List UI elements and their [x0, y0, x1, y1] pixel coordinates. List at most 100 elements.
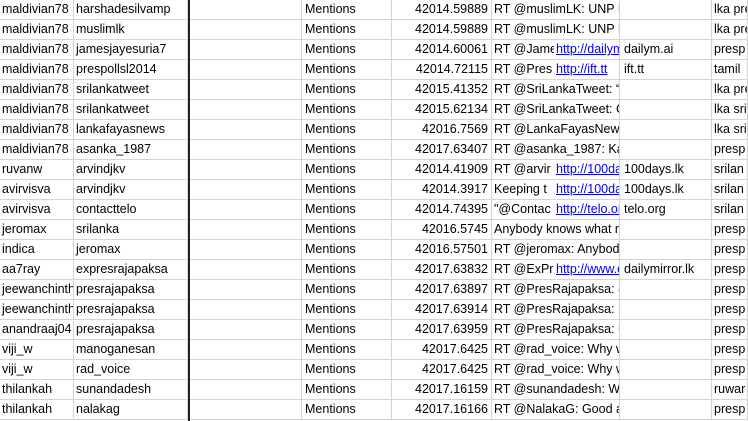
- date-cell[interactable]: 42017.6425: [392, 360, 492, 380]
- relationship-cell[interactable]: Mentions: [302, 120, 392, 140]
- blank-cell[interactable]: [190, 260, 302, 280]
- tweet-cell[interactable]: RT @SriLankaTweet: “Sri Lanka needs: [492, 80, 620, 100]
- blank-cell[interactable]: [190, 60, 302, 80]
- source-user-cell[interactable]: ruvanw: [0, 160, 74, 180]
- tweet-cell[interactable]: Anybody knows what ministry digar: [492, 220, 620, 240]
- source-user-cell[interactable]: maldivian78: [0, 0, 74, 20]
- tweet-cell[interactable]: RT @LankaFayasNews: Gen. Sarath F: [492, 120, 620, 140]
- source-user-cell[interactable]: jeewanchinthaka: [0, 280, 74, 300]
- url-domain-cell[interactable]: dailymirror.lk: [620, 260, 712, 280]
- date-cell[interactable]: 42016.5745: [392, 220, 492, 240]
- blank-cell[interactable]: [190, 220, 302, 240]
- source-user-cell[interactable]: thilankah: [0, 380, 74, 400]
- hashtag-cell[interactable]: presp: [712, 140, 748, 160]
- date-cell[interactable]: 42015.62134: [392, 100, 492, 120]
- source-user-cell[interactable]: aa7ray: [0, 260, 74, 280]
- url-link[interactable]: http://100days.lk: [554, 160, 619, 179]
- hashtag-cell[interactable]: presp: [712, 340, 748, 360]
- relationship-cell[interactable]: Mentions: [302, 220, 392, 240]
- url-domain-cell[interactable]: telo.org: [620, 200, 712, 220]
- source-user-cell[interactable]: viji_w: [0, 340, 74, 360]
- target-user-cell[interactable]: arvindjkv: [74, 160, 188, 180]
- source-user-cell[interactable]: maldivian78: [0, 20, 74, 40]
- tweet-cell[interactable]: RT @NalakaG: Good advice for those: [492, 400, 620, 420]
- url-domain-cell[interactable]: 100days.lk: [620, 180, 712, 200]
- hashtag-cell[interactable]: presp: [712, 400, 748, 420]
- blank-cell[interactable]: [190, 340, 302, 360]
- blank-cell[interactable]: [190, 20, 302, 40]
- tweet-cell[interactable]: RT @sunandadesh: Web Editor &amp: [492, 380, 620, 400]
- relationship-cell[interactable]: Mentions: [302, 360, 392, 380]
- target-user-cell[interactable]: expresrajapaksa: [74, 260, 188, 280]
- url-domain-cell[interactable]: [620, 20, 712, 40]
- relationship-cell[interactable]: Mentions: [302, 100, 392, 120]
- hashtag-cell[interactable]: ruwar: [712, 380, 748, 400]
- blank-cell[interactable]: [190, 200, 302, 220]
- tweet-cell[interactable]: RT @asanka_1987: Karuna arrested i: [492, 140, 620, 160]
- date-cell[interactable]: 42014.3917: [392, 180, 492, 200]
- url-domain-cell[interactable]: 100days.lk: [620, 160, 712, 180]
- tweet-cell[interactable]: RT @rad_voice: Why was @ManoGan: [492, 340, 620, 360]
- target-user-cell[interactable]: prespollsl2014: [74, 60, 188, 80]
- target-user-cell[interactable]: lankafayasnews: [74, 120, 188, 140]
- tweet-cell[interactable]: "@Contachttp://telo.org: [492, 200, 620, 220]
- url-link[interactable]: http://dailymirror: [554, 40, 619, 59]
- target-user-cell[interactable]: presrajapaksa: [74, 280, 188, 300]
- date-cell[interactable]: 42014.41909: [392, 160, 492, 180]
- blank-cell[interactable]: [190, 160, 302, 180]
- hashtag-cell[interactable]: presp: [712, 260, 748, 280]
- relationship-cell[interactable]: Mentions: [302, 240, 392, 260]
- blank-cell[interactable]: [190, 40, 302, 60]
- tweet-cell[interactable]: RT @muslimLK: UNP MP @Harshadesilva: [492, 20, 620, 40]
- target-user-cell[interactable]: muslimlk: [74, 20, 188, 40]
- date-cell[interactable]: 42014.72115: [392, 60, 492, 80]
- relationship-cell[interactable]: Mentions: [302, 40, 392, 60]
- tweet-cell[interactable]: RT @muslimLK: UNP MP @Harshadesilva: [492, 0, 620, 20]
- tweet-cell[interactable]: Keeping t http://100days.lk: [492, 180, 620, 200]
- blank-cell[interactable]: [190, 80, 302, 100]
- hashtag-cell[interactable]: lka pre: [712, 0, 748, 20]
- blank-cell[interactable]: [190, 0, 302, 20]
- target-user-cell[interactable]: srilankatweet: [74, 80, 188, 100]
- url-domain-cell[interactable]: dailym.ai: [620, 40, 712, 60]
- hashtag-cell[interactable]: presp: [712, 280, 748, 300]
- target-user-cell[interactable]: nalakag: [74, 400, 188, 420]
- hashtag-cell[interactable]: lka pre: [712, 20, 748, 40]
- relationship-cell[interactable]: Mentions: [302, 80, 392, 100]
- target-user-cell[interactable]: harshadesilvamp: [74, 0, 188, 20]
- blank-cell[interactable]: [190, 100, 302, 120]
- date-cell[interactable]: 42017.63959: [392, 320, 492, 340]
- date-cell[interactable]: 42014.74395: [392, 200, 492, 220]
- source-user-cell[interactable]: avirvisva: [0, 180, 74, 200]
- relationship-cell[interactable]: Mentions: [302, 180, 392, 200]
- tweet-cell[interactable]: RT @Pres http://ift.tt: [492, 60, 620, 80]
- source-user-cell[interactable]: viji_w: [0, 360, 74, 380]
- target-user-cell[interactable]: manoganesan: [74, 340, 188, 360]
- url-domain-cell[interactable]: ift.tt: [620, 60, 712, 80]
- tweet-cell[interactable]: RT @SriLankaTweet: Commission to: [492, 100, 620, 120]
- relationship-cell[interactable]: Mentions: [302, 300, 392, 320]
- url-domain-cell[interactable]: [620, 380, 712, 400]
- date-cell[interactable]: 42014.59889: [392, 20, 492, 40]
- target-user-cell[interactable]: sunandadesh: [74, 380, 188, 400]
- target-user-cell[interactable]: srilankatweet: [74, 100, 188, 120]
- relationship-cell[interactable]: Mentions: [302, 140, 392, 160]
- url-domain-cell[interactable]: [620, 120, 712, 140]
- url-link[interactable]: http://ift.tt: [554, 60, 619, 79]
- hashtag-cell[interactable]: lka sri: [712, 100, 748, 120]
- tweet-cell[interactable]: RT @PresRajapaksa: தேர்தல் (மு: [492, 320, 620, 340]
- target-user-cell[interactable]: jamesjayesuria7: [74, 40, 188, 60]
- tweet-cell[interactable]: RT @rad_voice: Why was @ManoGan: [492, 360, 620, 380]
- relationship-cell[interactable]: Mentions: [302, 380, 392, 400]
- blank-cell[interactable]: [190, 280, 302, 300]
- url-domain-cell[interactable]: [620, 280, 712, 300]
- tweet-cell[interactable]: RT @PresRajapaksa: නිල අවසන් ප්‍රති: [492, 300, 620, 320]
- date-cell[interactable]: 42017.6425: [392, 340, 492, 360]
- url-domain-cell[interactable]: [620, 320, 712, 340]
- date-cell[interactable]: 42017.16159: [392, 380, 492, 400]
- tweet-cell[interactable]: RT @Jamehttp://dailymirror: [492, 40, 620, 60]
- url-link[interactable]: http://telo.org: [554, 200, 619, 219]
- target-user-cell[interactable]: jeromax: [74, 240, 188, 260]
- hashtag-cell[interactable]: lka sri: [712, 120, 748, 140]
- url-domain-cell[interactable]: [620, 140, 712, 160]
